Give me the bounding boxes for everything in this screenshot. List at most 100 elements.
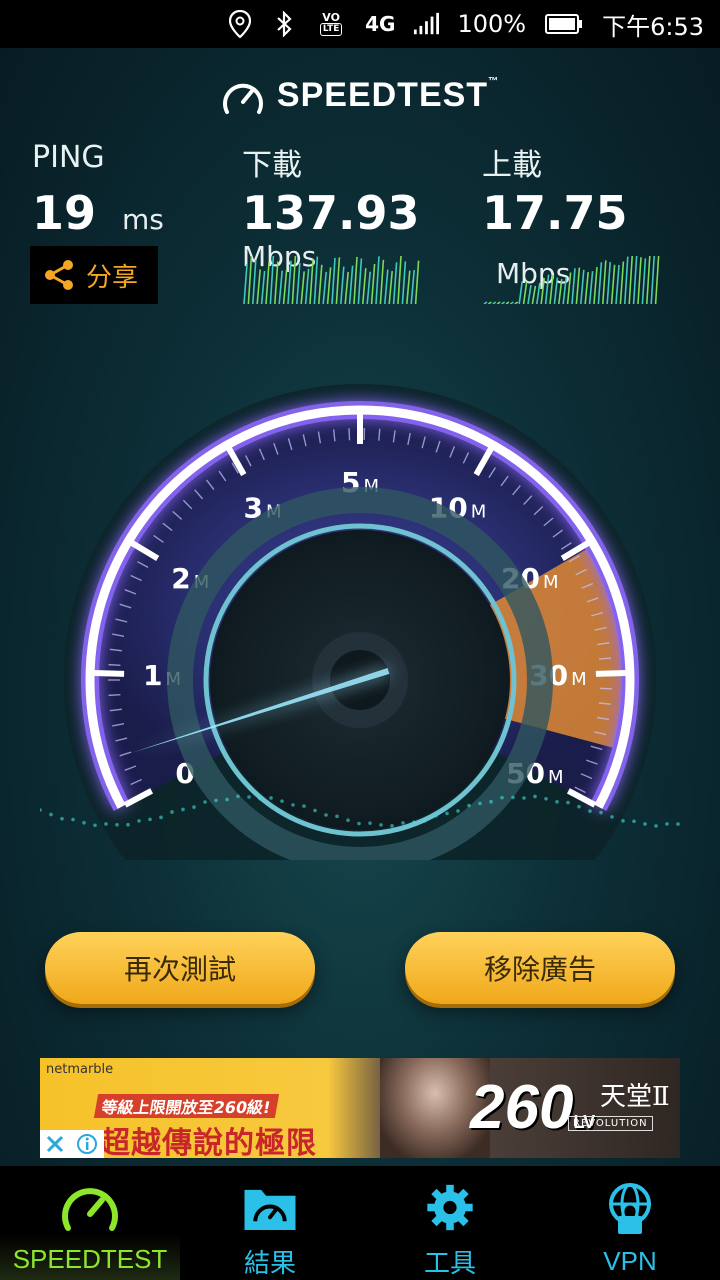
wave-dot (654, 824, 658, 828)
network-4g-icon: 4G (365, 12, 396, 36)
wave-dot (621, 819, 625, 823)
wave-dot (291, 803, 295, 807)
sparkline-bar (388, 270, 393, 304)
sparkline-bar (318, 264, 323, 304)
wave-dot (357, 821, 361, 826)
tab-results[interactable]: 結果 (180, 1166, 360, 1280)
wave-dot (467, 803, 471, 808)
download-label: 下載 (242, 148, 302, 183)
wave-dot (335, 814, 339, 819)
logo-text: SPEEDTEST (276, 76, 489, 114)
volte-icon: VO LTE (315, 11, 347, 37)
wave-dot (379, 823, 383, 827)
sparkline-bar (348, 265, 354, 304)
wave-dot (412, 820, 416, 824)
wave-dot (665, 822, 669, 826)
ad-game-title: 天堂Ⅱ (600, 1082, 670, 1112)
sparkline-bar (322, 271, 327, 304)
sparkline-bar (514, 301, 519, 304)
tab-speedtest-label: SPEEDTEST (12, 1244, 168, 1274)
bluetooth-icon (271, 11, 297, 37)
sparkline-bar (641, 258, 647, 304)
download-value: 137.93 (242, 186, 420, 240)
sparkline-bar (584, 272, 589, 304)
wave-dot (643, 822, 647, 826)
sparkline-bar (544, 274, 550, 304)
ad-level: 260LV (470, 1072, 595, 1143)
wave-dot (632, 819, 636, 824)
sparkline-bar (509, 301, 514, 304)
sparkline-bar (326, 267, 332, 304)
sparkline-bar (375, 256, 380, 304)
share-button[interactable]: 分享 (30, 246, 158, 304)
ping-label: PING (32, 140, 105, 175)
status-bar: VO LTE 4G 100% 下午6:53 (0, 0, 720, 48)
sparkline-bar (392, 262, 398, 304)
sparkline-bar (549, 274, 554, 304)
wave-dot (313, 808, 317, 813)
gauge-minor-tick (348, 428, 351, 441)
ad-close-icon[interactable] (46, 1135, 64, 1153)
sparkline-bar (588, 271, 594, 304)
ping-value: 19 (32, 186, 97, 240)
wave-dot (247, 795, 251, 799)
tab-results-label: 結果 (243, 1248, 296, 1278)
results-folder-icon (244, 1189, 296, 1231)
sparkline-bar (597, 262, 603, 304)
sparkline-bar (632, 255, 638, 304)
speedometer-logo-icon (222, 83, 263, 115)
signal-icon (413, 11, 440, 37)
wave-dot (544, 796, 548, 801)
gauge-major-tick (595, 670, 626, 677)
wave-dot (511, 795, 515, 800)
tab-vpn[interactable]: VPN (540, 1166, 720, 1280)
wave-dot (522, 796, 526, 800)
sparkline-bar (260, 270, 266, 304)
speedtest-logo: SPEEDTEST™ (0, 76, 720, 116)
tab-vpn-label: VPN (603, 1246, 657, 1276)
sparkline-bar (483, 301, 488, 304)
sparkline-bar (252, 259, 257, 304)
sparkline-bar (370, 263, 376, 304)
sparkline-bar (536, 282, 541, 304)
sparkline-bar (522, 282, 528, 304)
wave-dot (489, 799, 493, 804)
wave-dot (390, 824, 394, 828)
wave-dot (126, 822, 130, 827)
ad-info-icon[interactable] (76, 1133, 98, 1155)
wave-dot (93, 823, 97, 828)
wave-dot (456, 809, 460, 813)
ad-banner[interactable]: netmarble 等級上限開放至260級! 超越傳說的極限 260LV 天堂Ⅱ… (40, 1058, 680, 1158)
wave-dot (588, 809, 592, 813)
wave-dot (170, 810, 174, 814)
gear-icon (427, 1184, 473, 1231)
ad-headline: 等級上限開放至260級! (93, 1094, 279, 1118)
ad-game-subtitle: REVOLUTION (568, 1116, 653, 1131)
sparkline-bar (414, 260, 420, 304)
wave-dot (214, 798, 218, 803)
sparkline-bar (566, 272, 572, 304)
upload-value: 17.75 (482, 186, 628, 240)
retest-button[interactable]: 再次測試 (45, 932, 315, 1004)
sparkline-bar (593, 266, 598, 304)
wave-dot (49, 812, 53, 817)
sparkline-bar (654, 255, 660, 304)
ping-value-row: 19 ms (32, 186, 164, 240)
wave-dot (60, 816, 64, 821)
ping-unit: ms (122, 203, 164, 236)
wave-dot (577, 804, 581, 809)
sparkline-bar (344, 271, 349, 304)
sparkline-bar (291, 256, 297, 304)
tab-speedtest[interactable]: SPEEDTEST (0, 1166, 180, 1280)
wave-dot (302, 804, 306, 808)
battery-percent: 100% (457, 10, 527, 38)
sparkline-bar (615, 264, 620, 304)
battery-icon (544, 11, 584, 37)
sparkline-bar (335, 257, 341, 304)
remove-ads-button[interactable]: 移除廣告 (405, 932, 675, 1004)
tab-tools[interactable]: 工具 (360, 1166, 540, 1280)
wave-dot (434, 813, 438, 818)
sparkline-bar (401, 261, 407, 304)
sparkline-bar (269, 255, 275, 304)
tab-tools-label: 工具 (423, 1248, 476, 1278)
